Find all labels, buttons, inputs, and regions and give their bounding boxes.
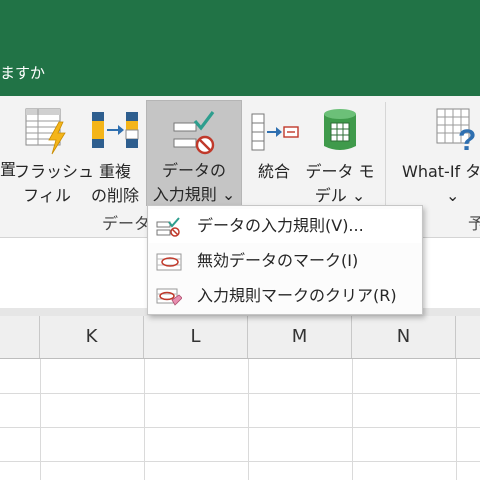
what-if-label-1: What-If タ: [402, 162, 480, 181]
column-header-partial[interactable]: [0, 316, 40, 358]
remove-duplicates-button[interactable]: 重複 の削除: [86, 102, 144, 206]
consolidate-icon: [250, 112, 300, 156]
remove-duplicates-label-2: の削除: [90, 186, 139, 205]
grid-col-line: [144, 359, 145, 480]
data-validation-label-2: 入力規則 ⌄: [152, 185, 236, 204]
svg-text:?: ?: [458, 124, 476, 154]
menu-item-data-validation[interactable]: データの入力規則(V)...: [149, 209, 421, 243]
data-validation-icon: [173, 109, 217, 159]
circle-invalid-icon: [156, 252, 182, 276]
grid-row-line: [0, 393, 480, 394]
what-if-analysis-button[interactable]: ? What-If タ ⌄: [398, 102, 480, 206]
menu-item-clear-validation-circles[interactable]: 入力規則マークのクリア(R): [149, 279, 421, 313]
column-header-k[interactable]: K: [40, 316, 144, 358]
menu-item-clear-validation-circles-label: 入力規則マークのクリア(R): [197, 286, 397, 305]
grid-col-line: [456, 359, 457, 480]
column-header-m[interactable]: M: [248, 316, 352, 358]
flash-fill-label-2: フィル: [23, 186, 71, 205]
data-model-label-1: データ モ: [305, 162, 375, 181]
column-header-l[interactable]: L: [144, 316, 248, 358]
grid-col-line: [40, 359, 41, 480]
column-headers: K L M N: [0, 316, 480, 359]
data-validation-label-1: データの: [161, 161, 226, 180]
title-bar: ますか: [0, 0, 480, 96]
cell-grid[interactable]: [0, 359, 480, 480]
remove-duplicates-icon: [90, 110, 140, 158]
data-validation-icon: [156, 217, 182, 241]
column-header-n[interactable]: N: [352, 316, 456, 358]
menu-item-circle-invalid-data[interactable]: 無効データのマーク(I): [149, 244, 421, 278]
what-if-icon: ?: [436, 108, 480, 158]
flash-fill-button[interactable]: フラッシュ フィル: [14, 102, 95, 206]
grid-row-line: [0, 427, 480, 428]
data-validation-dropdown-menu: データの入力規則(V)... 無効データのマーク(I) 入力規則マークのクリア(…: [147, 205, 423, 315]
group-label-forecast: 予: [468, 214, 480, 233]
tell-me-search-text[interactable]: ますか: [0, 62, 45, 83]
grid-col-line: [352, 359, 353, 480]
data-validation-button[interactable]: データの 入力規則 ⌄: [146, 100, 242, 206]
flash-fill-label-1: フラッシュ: [14, 162, 95, 181]
column-header-partial-right[interactable]: [456, 316, 480, 358]
grid-row-line: [0, 461, 480, 462]
consolidate-label: 統合: [257, 162, 290, 181]
remove-duplicates-label-1: 重複: [98, 162, 131, 181]
what-if-label-2: ⌄: [446, 186, 460, 205]
flash-fill-icon: [25, 108, 71, 160]
data-model-button[interactable]: データ モ デル ⌄: [304, 102, 376, 206]
group-label-data-tools: データ: [102, 214, 151, 233]
menu-item-circle-invalid-data-label: 無効データのマーク(I): [197, 251, 359, 270]
menu-item-data-validation-label: データの入力規則(V)...: [197, 216, 364, 235]
clear-circles-icon: [156, 287, 183, 311]
data-model-icon: [318, 106, 362, 158]
grid-col-line: [248, 359, 249, 480]
consolidate-button[interactable]: 統合: [246, 102, 302, 206]
